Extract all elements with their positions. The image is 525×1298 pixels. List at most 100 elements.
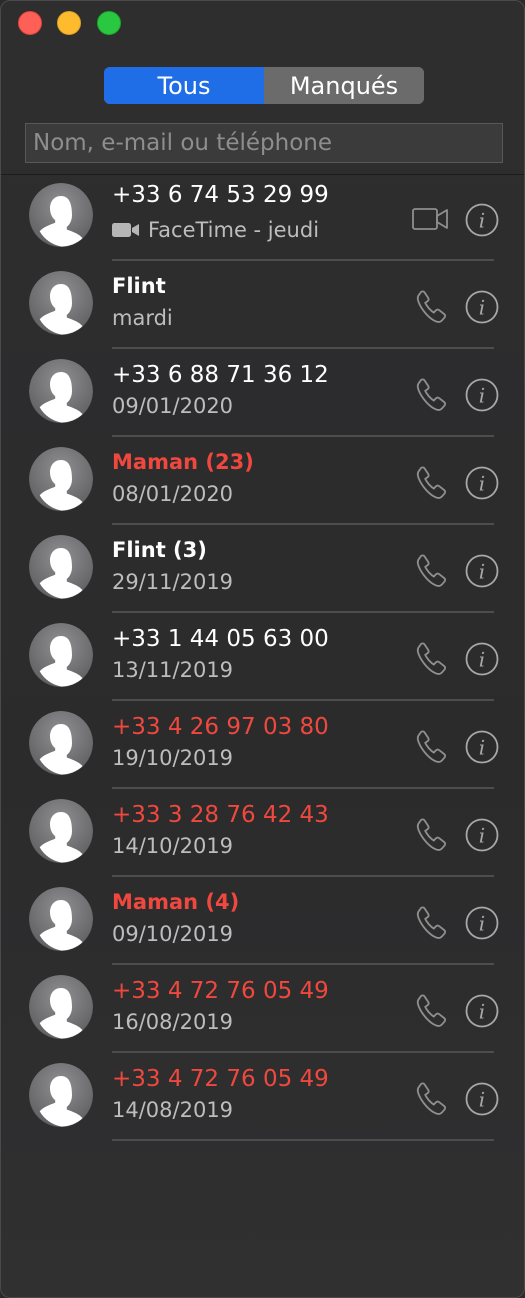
info-icon[interactable]: i	[465, 994, 499, 1028]
phone-icon[interactable]	[411, 638, 451, 678]
call-detail: FaceTime - jeudi	[112, 218, 319, 242]
video-call-icon[interactable]	[411, 199, 451, 239]
phone-icon[interactable]	[411, 374, 451, 414]
phone-icon[interactable]	[411, 286, 451, 326]
call-row[interactable]: +33 1 44 05 63 00 13/11/2019 i	[1, 613, 524, 701]
call-detail-text: 19/10/2019	[112, 746, 234, 770]
title-bar[interactable]	[1, 1, 524, 51]
info-icon[interactable]: i	[465, 203, 499, 237]
facetime-window: Tous Manqués +33 6 74 53 29 99 FaceTime -…	[0, 0, 525, 1298]
phone-icon[interactable]	[411, 550, 451, 590]
call-name: +33 4 72 76 05 49	[112, 978, 329, 1004]
avatar	[29, 447, 93, 511]
phone-icon[interactable]	[411, 990, 451, 1030]
call-name: +33 6 74 53 29 99	[112, 182, 329, 208]
call-name: +33 4 26 97 03 80	[112, 714, 329, 740]
svg-text:i: i	[479, 824, 485, 848]
avatar	[29, 887, 93, 951]
call-row[interactable]: +33 4 72 76 05 49 16/08/2019 i	[1, 965, 524, 1053]
avatar	[29, 183, 93, 247]
svg-text:i: i	[479, 384, 485, 408]
svg-text:i: i	[479, 209, 485, 233]
call-name: +33 6 88 71 36 12	[112, 362, 329, 388]
call-row[interactable]: +33 4 26 97 03 80 19/10/2019 i	[1, 701, 524, 789]
call-name: +33 4 72 76 05 49	[112, 1066, 329, 1092]
avatar	[29, 623, 93, 687]
call-row[interactable]: Maman (23) 08/01/2020 i	[1, 437, 524, 525]
minimize-button[interactable]	[57, 11, 81, 35]
call-name: Maman (4)	[112, 890, 240, 914]
call-detail-text: 14/10/2019	[112, 834, 234, 858]
info-icon[interactable]: i	[465, 730, 499, 764]
recent-calls-list: +33 6 74 53 29 99 FaceTime - jeudi i Flint m…	[1, 175, 524, 1141]
phone-icon[interactable]	[411, 1078, 451, 1118]
call-row[interactable]: +33 4 72 76 05 49 14/08/2019 i	[1, 1053, 524, 1141]
info-icon[interactable]: i	[465, 642, 499, 676]
call-detail: 14/08/2019	[112, 1098, 233, 1122]
info-icon[interactable]: i	[465, 378, 499, 412]
filter-segmented-control: Tous Manqués	[104, 67, 424, 104]
phone-icon[interactable]	[411, 462, 451, 502]
search-input[interactable]	[25, 123, 503, 163]
avatar	[29, 975, 93, 1039]
video-camera-icon	[112, 221, 140, 239]
tab-missed[interactable]: Manqués	[264, 67, 424, 104]
call-detail-text: 09/10/2019	[112, 922, 234, 946]
call-detail-text: mardi	[112, 306, 173, 330]
call-row[interactable]: +33 6 74 53 29 99 FaceTime - jeudi i	[1, 175, 524, 261]
info-icon[interactable]: i	[465, 906, 499, 940]
call-detail-text: 13/11/2019	[112, 658, 234, 682]
close-button[interactable]	[18, 11, 42, 35]
call-detail: 29/11/2019	[112, 570, 233, 594]
call-name: +33 3 28 76 42 43	[112, 802, 329, 828]
avatar	[29, 535, 93, 599]
info-icon[interactable]: i	[465, 818, 499, 852]
call-name: Maman (23)	[112, 450, 254, 474]
svg-text:i: i	[479, 472, 485, 496]
svg-text:i: i	[479, 1088, 485, 1112]
call-detail-text: 08/01/2020	[112, 482, 234, 506]
avatar	[29, 711, 93, 775]
call-row[interactable]: +33 3 28 76 42 43 14/10/2019 i	[1, 789, 524, 877]
call-detail: 09/01/2020	[112, 394, 233, 418]
phone-icon[interactable]	[411, 814, 451, 854]
call-detail-text: FaceTime - jeudi	[148, 218, 320, 242]
call-detail: 08/01/2020	[112, 482, 233, 506]
svg-text:i: i	[479, 296, 485, 320]
call-name: Flint (3)	[112, 538, 207, 562]
call-detail: 19/10/2019	[112, 746, 233, 770]
svg-text:i: i	[479, 560, 485, 584]
call-row[interactable]: +33 6 88 71 36 12 09/01/2020 i	[1, 349, 524, 437]
row-divider	[112, 1139, 494, 1141]
phone-icon[interactable]	[411, 902, 451, 942]
call-detail: 14/10/2019	[112, 834, 233, 858]
call-row[interactable]: Maman (4) 09/10/2019 i	[1, 877, 524, 965]
avatar	[29, 1063, 93, 1127]
call-detail: 16/08/2019	[112, 1010, 233, 1034]
avatar	[29, 799, 93, 863]
call-detail-text: 14/08/2019	[112, 1098, 234, 1122]
info-icon[interactable]: i	[465, 554, 499, 588]
tab-all[interactable]: Tous	[104, 67, 264, 104]
avatar	[29, 359, 93, 423]
call-detail-text: 09/01/2020	[112, 394, 234, 418]
call-detail-text: 16/08/2019	[112, 1010, 234, 1034]
info-icon[interactable]: i	[465, 290, 499, 324]
call-detail: mardi	[112, 306, 173, 330]
svg-text:i: i	[479, 1000, 485, 1024]
call-detail-text: 29/11/2019	[112, 570, 234, 594]
svg-text:i: i	[479, 736, 485, 760]
call-row[interactable]: Flint mardi i	[1, 261, 524, 349]
svg-text:i: i	[479, 648, 485, 672]
call-name: Flint	[112, 274, 166, 298]
maximize-button[interactable]	[97, 11, 121, 35]
call-row[interactable]: Flint (3) 29/11/2019 i	[1, 525, 524, 613]
call-name: +33 1 44 05 63 00	[112, 626, 329, 652]
call-detail: 13/11/2019	[112, 658, 233, 682]
info-icon[interactable]: i	[465, 1082, 499, 1116]
svg-text:i: i	[479, 912, 485, 936]
avatar	[29, 271, 93, 335]
phone-icon[interactable]	[411, 726, 451, 766]
call-detail: 09/10/2019	[112, 922, 233, 946]
info-icon[interactable]: i	[465, 466, 499, 500]
